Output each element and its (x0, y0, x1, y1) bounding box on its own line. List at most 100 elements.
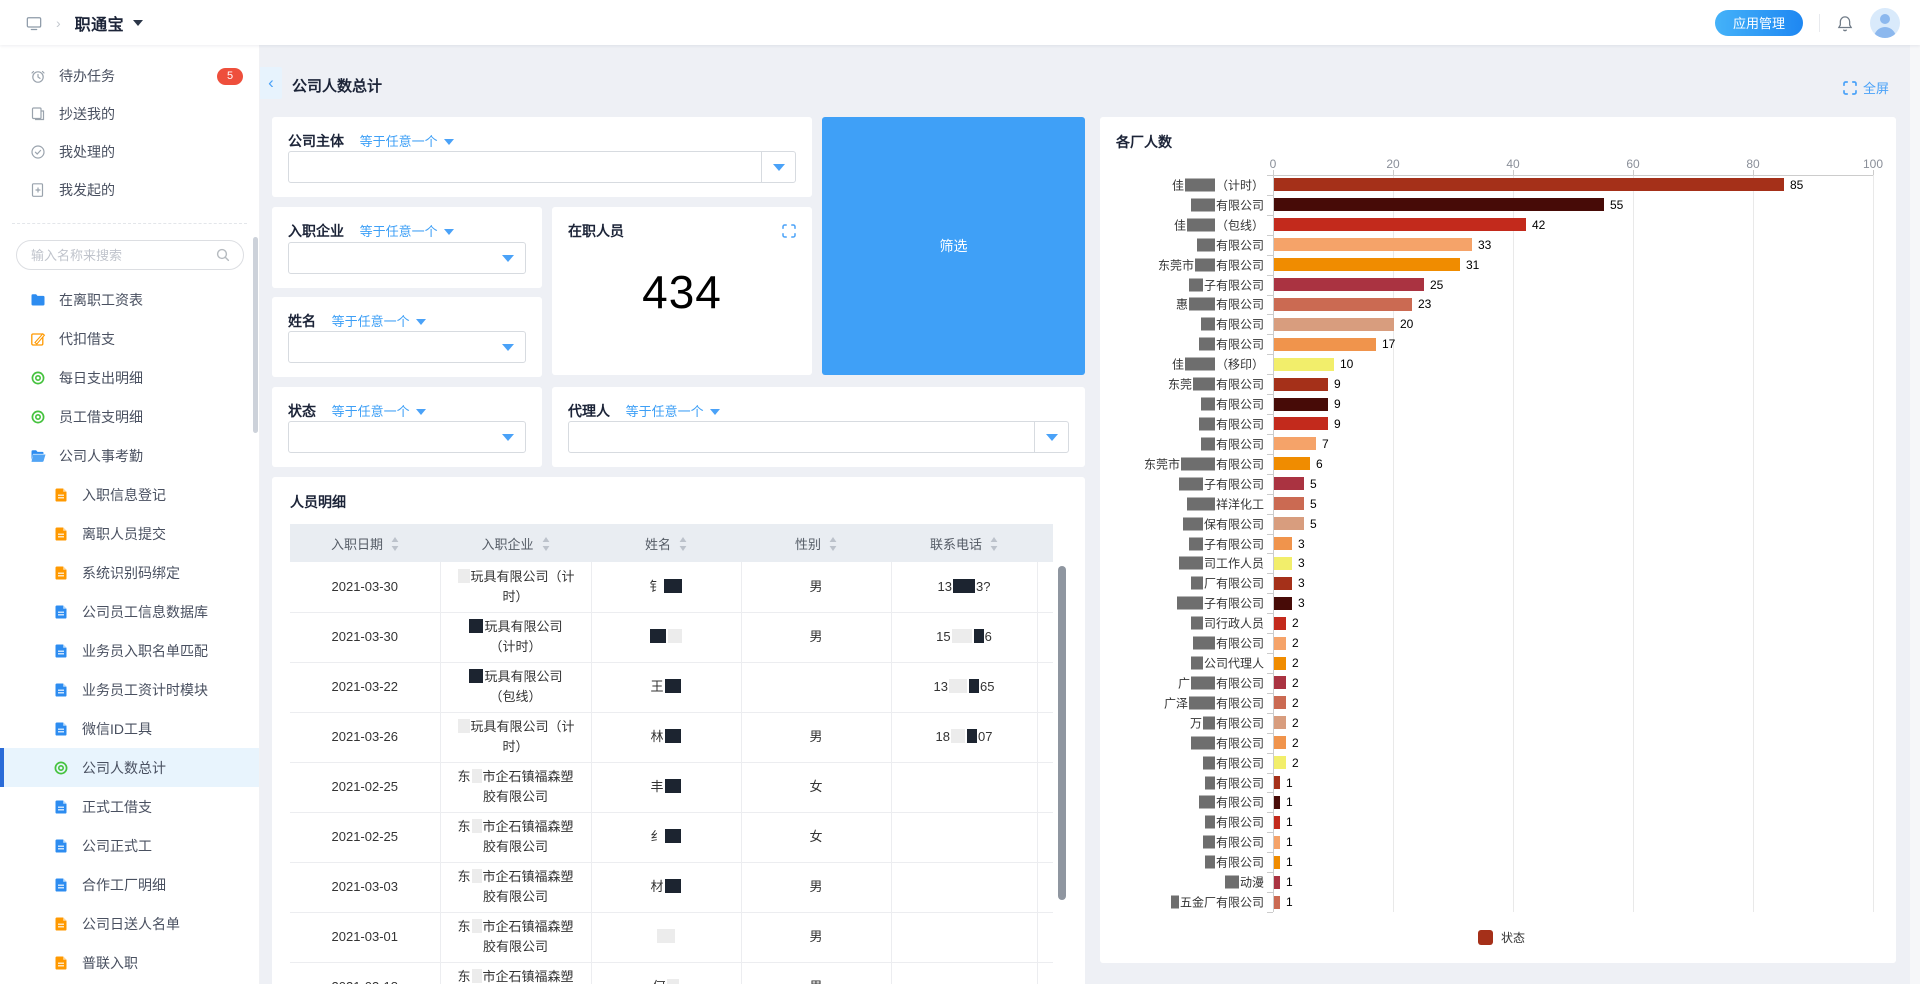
filter-operator[interactable]: 等于任意一个 (360, 224, 438, 239)
name-select[interactable] (288, 331, 526, 363)
bar-chart: 各厂人数 020406080100佳（计时）85有限公司55佳（包线）42有限公… (1100, 117, 1896, 963)
redaction-box (472, 769, 482, 783)
sidebar-item-copy-doc[interactable]: 抄送我的 (0, 95, 259, 133)
bar-value-label: 2 (1292, 756, 1299, 770)
table-title: 人员明细 (272, 477, 1085, 524)
bar (1274, 417, 1328, 430)
hire-company-select[interactable] (288, 242, 526, 274)
bar-category-label: 有限公司 (1192, 635, 1264, 652)
cell-gender: 女 (741, 812, 891, 862)
back-button[interactable]: ‹ (260, 67, 282, 99)
sidebar-item-3[interactable]: 员工借支明细 (0, 397, 259, 436)
chart-legend[interactable]: 状态 (1478, 929, 1525, 946)
select-dropdown-button[interactable] (491, 243, 525, 273)
bar-value-label: 3 (1298, 576, 1305, 590)
redaction-box (469, 669, 483, 683)
filter-operator[interactable]: 等于任意一个 (360, 134, 438, 149)
status-select[interactable] (288, 421, 526, 453)
sidebar-item-1[interactable]: 代扣借支 (0, 319, 259, 358)
sidebar-item-9[interactable]: 业务员入职名单匹配 (0, 631, 259, 670)
x-axis-tick-label: 100 (1863, 157, 1883, 171)
sort-icon[interactable] (990, 537, 998, 551)
fullscreen-icon (1843, 81, 1857, 95)
bar (1274, 796, 1280, 809)
select-dropdown-button[interactable] (761, 152, 795, 182)
cell-phone: 133? (891, 562, 1037, 612)
select-dropdown-button[interactable] (491, 422, 525, 452)
column-header-label: 入职日期 (331, 537, 383, 552)
filter-operator[interactable]: 等于任意一个 (332, 314, 410, 329)
redaction-box (472, 869, 482, 883)
user-avatar[interactable] (1870, 8, 1900, 38)
fullscreen-button[interactable]: 全屏 (1843, 78, 1889, 97)
bar-category-label: 佳（移印） (1172, 356, 1264, 373)
sidebar-item-6[interactable]: 离职人员提交 (0, 514, 259, 553)
app-manage-button[interactable]: 应用管理 (1715, 10, 1803, 36)
agent-select[interactable] (568, 421, 1069, 453)
sort-icon[interactable] (829, 537, 837, 551)
company-entity-select[interactable] (288, 151, 796, 183)
filter-label: 入职企业 (288, 223, 344, 239)
column-header: 入职日期 (290, 524, 440, 562)
sidebar-item-selected-12[interactable]: 公司人数总计 (0, 748, 259, 787)
filter-apply-button[interactable]: 筛选 (822, 117, 1085, 375)
page-scrollbar-track[interactable] (1910, 45, 1920, 984)
bar-value-label: 1 (1286, 815, 1293, 829)
sidebar-scrollbar[interactable] (253, 237, 258, 433)
sidebar-item-17[interactable]: 普联入职 (0, 943, 259, 982)
app-switcher[interactable]: 职通宝 (75, 11, 144, 35)
redaction-box (1193, 637, 1215, 650)
sidebar-item-8[interactable]: 公司员工信息数据库 (0, 592, 259, 631)
sort-icon[interactable] (679, 537, 687, 551)
cell-gender (741, 662, 891, 712)
sidebar-item-5[interactable]: 入职信息登记 (0, 475, 259, 514)
filter-operator[interactable]: 等于任意一个 (332, 404, 410, 419)
filter-operator[interactable]: 等于任意一个 (626, 404, 704, 419)
sidebar-item-14[interactable]: 公司正式工 (0, 826, 259, 865)
table-row: 2021-03-22玩具有限公司（包线）王1365 (290, 662, 1053, 712)
bar-category-label: 有限公司 (1204, 854, 1264, 871)
sidebar-item-7[interactable]: 系统识别码绑定 (0, 553, 259, 592)
sidebar-item-0[interactable]: 在离职工资表 (0, 280, 259, 319)
sidebar-item-15[interactable]: 合作工厂明细 (0, 865, 259, 904)
bar-category-label: 有限公司 (1198, 415, 1264, 432)
sort-icon[interactable] (542, 537, 550, 551)
sidebar-item-label: 正式工借支 (82, 797, 152, 817)
bar (1274, 776, 1280, 789)
redaction-box (1187, 218, 1215, 231)
sidebar-item-doc-plus[interactable]: 我发起的 (0, 171, 259, 209)
cell-hire-date: 2021-03-26 (290, 712, 440, 762)
bar-value-label: 2 (1292, 636, 1299, 650)
bell-icon[interactable] (1836, 15, 1854, 31)
todo-count-badge: 5 (217, 68, 243, 85)
sidebar-item-label: 离职人员提交 (82, 524, 166, 544)
sidebar-item-2[interactable]: 每日支出明细 (0, 358, 259, 397)
select-dropdown-button[interactable] (491, 332, 525, 362)
sidebar-item-check-circle[interactable]: 我处理的 (0, 133, 259, 171)
redaction-box (1191, 736, 1215, 749)
sort-icon[interactable] (391, 537, 399, 551)
sidebar-item-10[interactable]: 业务员工资计时模块 (0, 670, 259, 709)
table-scrollbar[interactable] (1058, 566, 1066, 900)
sidebar-item-4[interactable]: 公司人事考勤 (0, 436, 259, 475)
redaction-box (1171, 896, 1179, 909)
doc-blue-icon (53, 877, 69, 893)
expand-icon[interactable] (782, 224, 796, 238)
bar-category-label: 子有限公司 (1176, 595, 1264, 612)
cell-spacer (1037, 662, 1053, 712)
sidebar-item-13[interactable]: 正式工借支 (0, 787, 259, 826)
cell-hire-date: 2021-03-18 (290, 962, 440, 984)
cell-spacer (1037, 762, 1053, 812)
y-axis-tick (1267, 713, 1273, 714)
bar (1274, 318, 1394, 331)
redaction-box (953, 579, 975, 593)
sidebar-item-alarm-clock[interactable]: 待办任务5 (0, 57, 259, 95)
sidebar-item-16[interactable]: 公司日送人名单 (0, 904, 259, 943)
sidebar-item-11[interactable]: 微信ID工具 (0, 709, 259, 748)
bar-category-label: 佳（包线） (1174, 216, 1264, 233)
bar-value-label: 1 (1286, 835, 1293, 849)
x-axis-line (1273, 175, 1873, 176)
search-input[interactable] (16, 240, 244, 270)
select-dropdown-button[interactable] (1034, 422, 1068, 452)
bar-category-label: 保有限公司 (1182, 515, 1264, 532)
